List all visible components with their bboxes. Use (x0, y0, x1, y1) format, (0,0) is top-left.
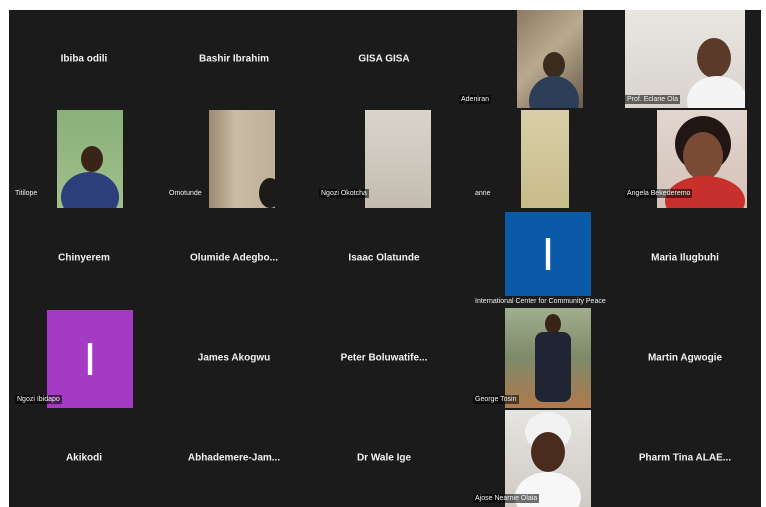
participant-tile[interactable]: Prof. Eclarie Ola (609, 10, 761, 108)
participant-face (683, 132, 723, 180)
participant-tile[interactable]: anne (459, 108, 609, 208)
participant-tile[interactable]: I International Center for Community Pea… (459, 208, 609, 308)
participant-tile[interactable]: Bashir Ibrahim (159, 10, 309, 108)
participant-tile[interactable]: George Tosin (459, 308, 609, 408)
participant-name: Peter Boluwatife... (340, 352, 428, 364)
participant-name-label: Ngozi Okotcha (319, 189, 369, 198)
participant-tile[interactable]: Ngozi Okotcha (309, 108, 459, 208)
participant-name: James Akogwu (197, 352, 271, 364)
participant-head (259, 178, 275, 208)
participant-tile[interactable]: Ajose Nearnie Olaia (459, 408, 609, 507)
participant-name: Abhademere-Jam... (187, 452, 281, 463)
participant-video (517, 10, 583, 108)
participant-video (505, 410, 591, 507)
participant-video (365, 110, 431, 208)
participant-name: Isaac Olatunde (348, 252, 420, 264)
participant-tile[interactable]: Maria Ilugbuhi (609, 208, 761, 308)
participant-tile[interactable]: Chinyerem (9, 208, 159, 308)
participant-name-label: Ngozi Ibidapo (15, 395, 62, 404)
participant-face (697, 38, 731, 78)
participant-avatar: I (505, 212, 591, 296)
participant-name-label: Angela Bekederemo (625, 189, 693, 198)
participant-body (687, 76, 745, 108)
participant-tile[interactable]: Angela Bekederemo (609, 108, 761, 208)
participant-tile[interactable]: Olumide Adegbo... (159, 208, 309, 308)
participant-body (535, 332, 571, 402)
participant-name: Bashir Ibrahim (198, 53, 270, 65)
participant-tile[interactable]: Pharm Tina ALAE... (609, 408, 761, 507)
participant-tile[interactable]: Abhademere-Jam... (159, 408, 309, 507)
participant-tile[interactable]: Omotunde (159, 108, 309, 208)
participant-tile[interactable]: I Ngozi Ibidapo (9, 308, 159, 408)
participant-name: Maria Ilugbuhi (651, 252, 719, 264)
participant-video (505, 308, 591, 408)
participant-tile[interactable]: Peter Boluwatife... (309, 308, 459, 408)
participant-tile[interactable]: Martin Agwogie (609, 308, 761, 408)
video-gallery: Ibiba odili Bashir Ibrahim GISA GISA Ade… (9, 10, 761, 507)
participant-tile[interactable]: Ibiba odili (9, 10, 159, 108)
participant-video (209, 110, 275, 208)
participant-tile[interactable]: Dr Wale Ige (309, 408, 459, 507)
participant-face (531, 432, 565, 472)
participant-video (521, 110, 569, 208)
participant-video (57, 110, 123, 208)
participant-name-label: Omotunde (169, 190, 202, 197)
participant-name: Pharm Tina ALAE... (638, 452, 732, 463)
participant-name: Martin Agwogie (647, 352, 723, 364)
participant-name-label: International Center for Community Peace (475, 298, 606, 305)
participant-face (81, 146, 103, 172)
participant-name: GISA GISA (358, 53, 410, 65)
participant-name: Akikodi (65, 452, 103, 463)
participant-name-label: Titilope (15, 190, 38, 197)
participant-name-label: anne (475, 190, 491, 197)
participant-tile[interactable]: James Akogwu (159, 308, 309, 408)
participant-name: Chinyerem (58, 252, 110, 264)
participant-tile[interactable]: Adeniran (459, 10, 609, 108)
participant-name: Dr Wale Ige (356, 452, 412, 463)
participant-avatar: I (47, 310, 133, 408)
participant-name-label: George Tosin (473, 395, 519, 404)
participant-tile[interactable]: Akikodi (9, 408, 159, 507)
participant-face (543, 52, 565, 78)
participant-face (545, 314, 561, 334)
participant-name: Olumide Adegbo... (190, 252, 278, 264)
participant-tile[interactable]: Isaac Olatunde (309, 208, 459, 308)
participant-name: Ibiba odili (60, 53, 108, 65)
participant-tile[interactable]: GISA GISA (309, 10, 459, 108)
participant-name-label: Ajose Nearnie Olaia (473, 494, 540, 503)
participant-name-label: Adeniran (459, 95, 492, 104)
participant-body (61, 172, 119, 208)
participant-name-label: Prof. Eclarie Ola (625, 95, 680, 104)
participant-body (529, 76, 579, 108)
participant-video (625, 10, 745, 108)
participant-tile[interactable]: Titilope (9, 108, 159, 208)
